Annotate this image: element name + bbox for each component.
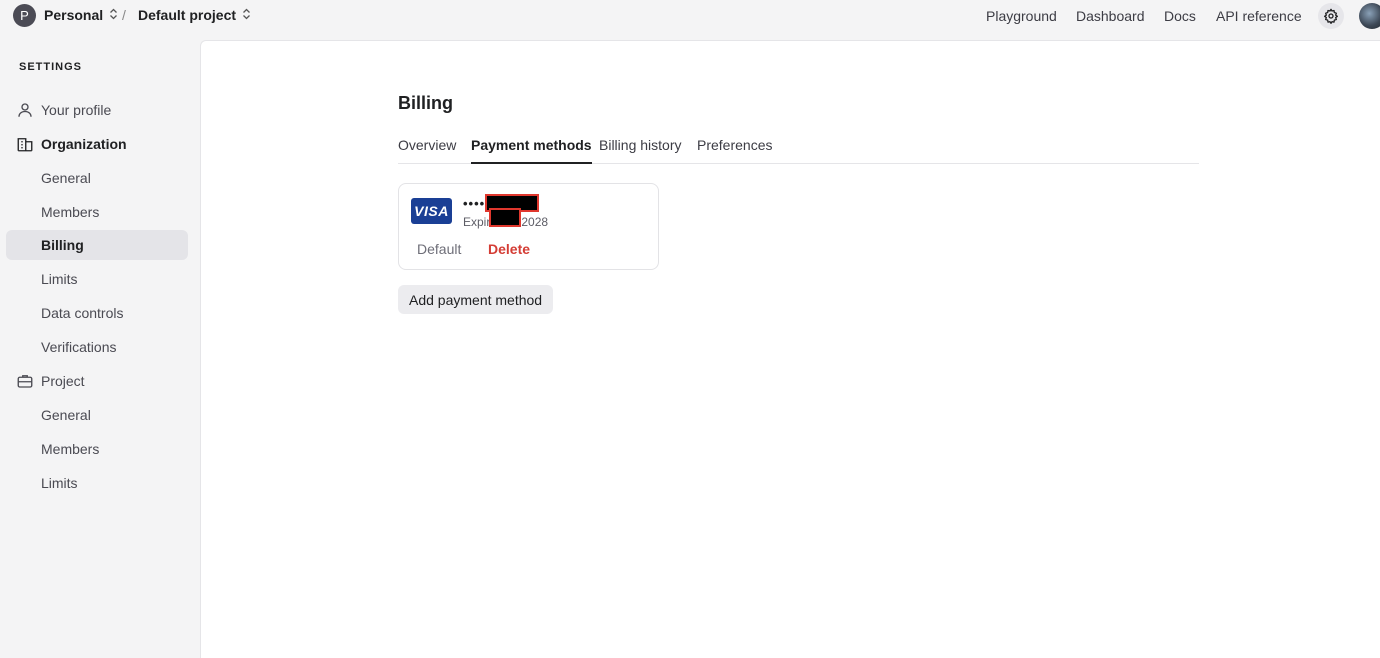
tab-preferences[interactable]: Preferences [697, 137, 772, 164]
sidebar-item-label: General [41, 170, 91, 186]
sidebar-item-verifications[interactable]: Verifications [6, 332, 188, 362]
set-default-button[interactable]: Default [417, 241, 461, 257]
sidebar-item-organization[interactable]: Organization [6, 129, 188, 159]
user-icon [18, 103, 32, 117]
sidebar-heading: SETTINGS [19, 61, 83, 73]
settings-sidebar: SETTINGS Your profile Organization Gener… [0, 40, 200, 658]
tab-payment-methods[interactable]: Payment methods [471, 137, 592, 164]
sidebar-item-project-members[interactable]: Members [6, 434, 188, 464]
sidebar-item-label: Project [41, 373, 85, 389]
project-name: Default project [138, 7, 237, 23]
building-icon [17, 138, 33, 152]
card-expiry-year: 2028 [521, 215, 549, 229]
card-number-mask: •••• [463, 196, 486, 211]
sidebar-item-label: Verifications [41, 339, 117, 355]
sidebar-item-label: Billing [41, 237, 84, 253]
sidebar-item-org-members[interactable]: Members [6, 197, 188, 227]
card-number: •••• [463, 196, 485, 211]
sidebar-item-your-profile[interactable]: Your profile [6, 95, 188, 125]
card-expiry-prefix: Expir [463, 215, 491, 229]
user-avatar[interactable] [1359, 3, 1380, 29]
sidebar-item-org-general[interactable]: General [6, 163, 188, 193]
org-switcher[interactable]: Personal [44, 7, 118, 23]
org-avatar[interactable]: P [13, 4, 36, 27]
page-title: Billing [398, 93, 453, 113]
briefcase-icon [17, 375, 33, 388]
sidebar-item-label: Members [41, 204, 100, 220]
redaction-box [489, 208, 521, 227]
sidebar-item-project-general[interactable]: General [6, 400, 188, 430]
main-content: Billing Overview Payment methods Billing… [200, 40, 1380, 658]
sidebar-item-project[interactable]: Project [6, 366, 188, 396]
nav-link-playground[interactable]: Playground [986, 8, 1057, 24]
billing-tabs: Overview Payment methods Billing history… [398, 129, 1199, 164]
sidebar-item-org-limits[interactable]: Limits [6, 264, 188, 294]
project-switcher[interactable]: Default project [138, 7, 251, 23]
sidebar-item-billing[interactable]: Billing [6, 230, 188, 260]
sidebar-item-data-controls[interactable]: Data controls [6, 298, 188, 328]
sidebar-item-label: Members [41, 441, 100, 457]
sidebar-item-project-limits[interactable]: Limits [6, 468, 188, 498]
tab-overview[interactable]: Overview [398, 137, 456, 164]
nav-link-dashboard[interactable]: Dashboard [1076, 8, 1145, 24]
nav-link-docs[interactable]: Docs [1164, 8, 1196, 24]
sidebar-item-label: Limits [41, 475, 78, 491]
sidebar-item-label: Data controls [41, 305, 124, 321]
sidebar-item-label: Limits [41, 271, 78, 287]
payment-method-card: VISA •••• Expir 2028 Default Delete [398, 183, 659, 270]
nav-link-api-reference[interactable]: API reference [1216, 8, 1302, 24]
org-name: Personal [44, 7, 104, 23]
sidebar-item-label: General [41, 407, 91, 423]
chevron-updown-icon [242, 8, 251, 23]
settings-gear-icon[interactable] [1318, 3, 1344, 29]
sidebar-item-label: Your profile [41, 102, 112, 118]
add-payment-method-button[interactable]: Add payment method [398, 285, 554, 314]
sidebar-item-label: Organization [41, 136, 127, 152]
breadcrumb-separator: / [122, 7, 126, 23]
tab-billing-history[interactable]: Billing history [599, 137, 681, 164]
chevron-updown-icon [109, 8, 118, 23]
visa-logo: VISA [411, 198, 452, 224]
top-bar: P Personal / Default project Playground … [0, 0, 1380, 40]
delete-card-button[interactable]: Delete [488, 241, 530, 257]
